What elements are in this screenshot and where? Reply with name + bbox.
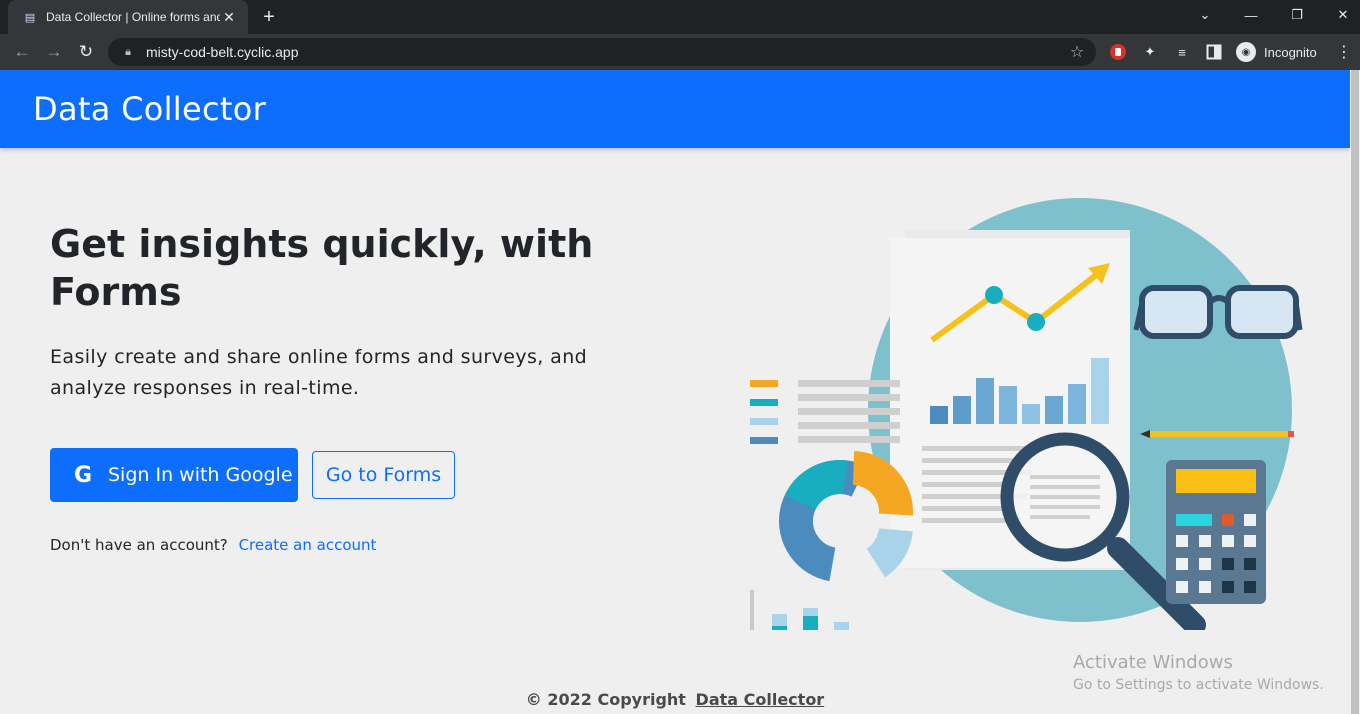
browser-menu-icon[interactable]: ⋮ <box>1333 41 1355 63</box>
calculator-key <box>1222 514 1234 526</box>
lock-icon[interactable]: 🔒︎ <box>120 46 136 59</box>
hero-headline: Get insights quickly, with Forms <box>50 222 594 314</box>
legend-line <box>798 436 900 443</box>
incognito-indicator[interactable]: ◉ Incognito <box>1234 40 1327 64</box>
paper-bar <box>999 386 1017 424</box>
paper-bar <box>1091 358 1109 424</box>
sign-in-google-button[interactable]: G Sign In with Google <box>50 448 298 502</box>
calculator-key <box>1244 514 1256 526</box>
mini-bar <box>803 616 818 630</box>
close-window-icon[interactable]: ✕ <box>1320 0 1360 30</box>
tab-search-icon[interactable]: ⌄ <box>1182 0 1228 30</box>
sign-in-google-label: Sign In with Google <box>108 464 293 486</box>
site-header: Data Collector <box>0 70 1350 148</box>
paper-text-line <box>922 482 1012 487</box>
legend-swatch <box>750 380 778 387</box>
minimize-window-icon[interactable]: — <box>1228 0 1274 30</box>
forward-icon[interactable]: → <box>41 39 67 65</box>
signup-prompt-text: Don't have an account? <box>50 536 228 554</box>
page-favicon-icon: ▤ <box>24 11 36 24</box>
paper-bar <box>1045 396 1063 424</box>
calculator-display <box>1176 469 1256 493</box>
watermark-line-1: Activate Windows <box>1073 652 1233 673</box>
new-tab-button[interactable]: + <box>258 6 280 28</box>
legend-line <box>798 380 900 387</box>
legend-swatch <box>750 418 778 425</box>
tab-title: Data Collector | Online forms and <box>46 10 220 24</box>
paper-text-line <box>922 446 1032 451</box>
reload-icon[interactable]: ↻ <box>73 39 99 65</box>
calculator-key <box>1176 514 1212 526</box>
extension-stop-icon[interactable] <box>1107 41 1129 63</box>
close-tab-icon[interactable]: ✕ <box>220 8 238 26</box>
mini-bar <box>772 614 787 626</box>
create-account-link[interactable]: Create an account <box>239 536 377 554</box>
google-icon: G <box>73 462 93 488</box>
lens-text-line <box>1030 505 1100 509</box>
footer-brand-link[interactable]: Data Collector <box>696 690 825 709</box>
paper-bar <box>953 396 971 424</box>
web-page: Data Collector Get insights quickly, wit… <box>0 70 1350 714</box>
mini-bar <box>803 608 818 616</box>
legend-line <box>798 394 900 401</box>
address-bar[interactable]: 🔒︎ misty-cod-belt.cyclic.app ☆ <box>108 38 1096 66</box>
browser-toolbar: ← → ↻ 🔒︎ misty-cod-belt.cyclic.app ☆ ✦ ≡… <box>0 34 1360 70</box>
lens-text-line <box>1030 475 1100 479</box>
legend-swatch <box>750 399 778 406</box>
restore-window-icon[interactable]: ❐ <box>1274 0 1320 30</box>
windows-activation-watermark: Activate Windows Go to Settings to activ… <box>1073 652 1324 693</box>
lens-text-line <box>1030 515 1090 519</box>
go-to-forms-button[interactable]: Go to Forms <box>312 451 455 499</box>
incognito-label: Incognito <box>1264 44 1317 60</box>
site-brand[interactable]: Data Collector <box>33 90 266 128</box>
paper-bar <box>976 378 994 424</box>
lens-text-line <box>1030 485 1100 489</box>
mini-bar <box>772 626 787 630</box>
hero-lead: Easily create and share online forms and… <box>50 346 588 399</box>
signup-prompt: Don't have an account? Create an account <box>50 536 376 554</box>
paper-bar <box>1022 404 1040 424</box>
glasses-right-lens <box>1225 285 1299 339</box>
analytics-illustration <box>750 198 1303 630</box>
scrollbar-thumb[interactable] <box>1351 70 1359 714</box>
incognito-icon: ◉ <box>1236 42 1256 62</box>
page-scrollbar[interactable] <box>1350 70 1360 714</box>
media-queue-icon[interactable]: ≡ <box>1171 41 1193 63</box>
browser-tab[interactable]: ▤ Data Collector | Online forms and ✕ <box>8 0 248 34</box>
footer-copyright: © 2022 Copyright <box>525 690 686 709</box>
legend-line <box>798 408 900 415</box>
paper-bar <box>1068 384 1086 424</box>
address-url[interactable]: misty-cod-belt.cyclic.app <box>146 44 1064 60</box>
paper-text-line <box>922 458 1017 463</box>
extensions-puzzle-icon[interactable]: ✦ <box>1139 41 1161 63</box>
pencil-eraser <box>1288 431 1294 437</box>
pencil-icon <box>1150 431 1292 437</box>
side-panel-icon[interactable] <box>1203 41 1225 63</box>
legend-swatch <box>750 437 778 444</box>
watermark-line-2: Go to Settings to activate Windows. <box>1073 677 1324 693</box>
mini-bar <box>834 622 849 630</box>
bookmark-star-icon[interactable]: ☆ <box>1064 42 1090 62</box>
trend-point <box>1027 313 1045 331</box>
glasses-left-lens <box>1139 285 1213 339</box>
legend-line <box>798 422 900 429</box>
paper-bar <box>930 406 948 424</box>
lens-text-line <box>1030 495 1100 499</box>
browser-tab-strip: ▤ Data Collector | Online forms and ✕ + … <box>0 0 1360 34</box>
paper-text-line <box>922 506 1002 511</box>
back-icon[interactable]: ← <box>9 39 35 65</box>
trend-point <box>985 286 1003 304</box>
